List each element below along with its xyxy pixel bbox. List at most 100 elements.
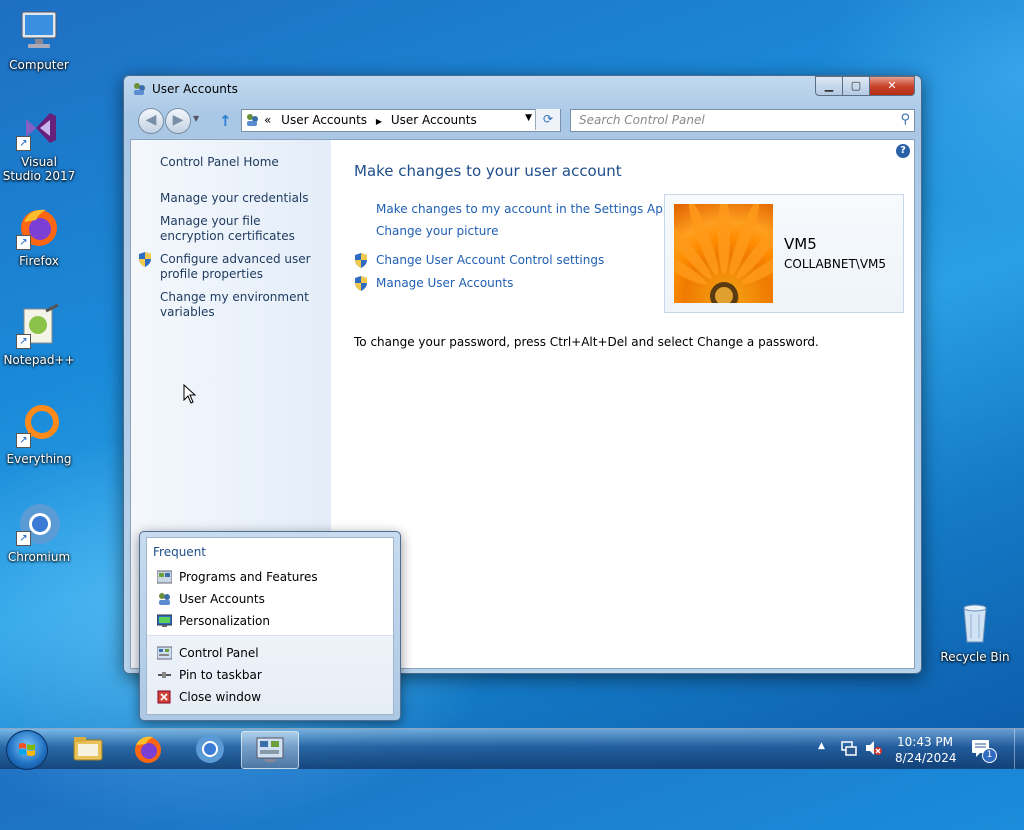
maximize-button[interactable]: ▢ <box>842 76 869 96</box>
taskbar-control-panel[interactable] <box>241 731 299 769</box>
page-title: Make changes to your user account <box>354 162 622 180</box>
close-button[interactable]: ✕ <box>869 76 915 96</box>
volume-muted-icon[interactable] <box>864 739 882 760</box>
notification-count-badge: 1 <box>982 748 997 763</box>
jump-list-tasks: Control Panel Pin to taskbar Close windo… <box>147 636 393 714</box>
refresh-button[interactable]: ⟳ <box>535 109 560 130</box>
personalization-icon <box>156 614 173 628</box>
search-icon[interactable]: ⚲ <box>900 112 910 127</box>
mouse-cursor <box>183 383 197 407</box>
desktop-icon-label: Recycle Bin <box>940 650 1010 664</box>
shortcut-arrow-icon: ↗ <box>16 433 31 448</box>
jump-item-pin-to-taskbar[interactable]: Pin to taskbar <box>179 668 262 682</box>
address-bar[interactable]: « User Accounts ▶ User Accounts ▼ <box>241 109 561 132</box>
jump-item-user-accounts[interactable]: User Accounts <box>179 592 265 606</box>
settings-app-link[interactable]: Make changes to my account in the Settin… <box>376 202 670 216</box>
taskbar-firefox[interactable] <box>120 731 176 767</box>
uac-shield-icon <box>138 252 152 267</box>
user-account-card: VM5 COLLABNET\VM5 <box>664 194 904 313</box>
desktop-icon-label: Computer <box>9 58 69 72</box>
shortcut-arrow-icon: ↗ <box>16 235 31 250</box>
network-icon[interactable] <box>840 739 858 760</box>
chromium-icon <box>196 735 224 763</box>
address-dropdown-icon[interactable]: ▼ <box>525 113 532 123</box>
notepad-plus-plus-icon: ↗ <box>16 303 62 349</box>
uac-shield-icon <box>354 276 368 291</box>
windows-logo-icon <box>19 743 35 756</box>
breadcrumb-user-accounts-parent[interactable]: User Accounts <box>281 113 367 127</box>
programs-features-icon <box>156 570 173 584</box>
window-app-icon <box>132 82 146 96</box>
jump-list-header: Frequent <box>153 545 206 559</box>
desktop-icon-chromium[interactable]: ↗ Chromium <box>1 500 77 564</box>
desktop-icon-label: Everything <box>6 452 72 466</box>
clock-date: 8/24/2024 <box>895 751 957 765</box>
window-title: User Accounts <box>152 82 238 96</box>
desktop-icon-computer[interactable]: Computer <box>1 8 77 72</box>
breadcrumb-separator-icon: ▶ <box>375 117 383 126</box>
desktop-icon-label: Visual Studio 2017 <box>2 155 76 183</box>
taskbar-file-explorer[interactable] <box>60 731 116 767</box>
control-panel-icon <box>156 646 173 660</box>
system-clock[interactable]: 10:43 PM 8/24/2024 <box>895 734 957 766</box>
recycle-bin-icon <box>952 600 998 646</box>
clock-time: 10:43 PM <box>897 735 953 749</box>
shortcut-arrow-icon: ↗ <box>16 136 31 151</box>
taskbar-chromium[interactable] <box>182 731 238 767</box>
computer-icon <box>16 8 62 54</box>
desktop-icon-visual-studio[interactable]: ↗ Visual Studio 2017 <box>1 105 77 183</box>
user-name: VM5 <box>784 235 817 253</box>
show-desktop-button[interactable] <box>1014 729 1024 769</box>
recent-pages-dropdown[interactable]: ▼ <box>193 114 199 123</box>
jump-list-panel: Frequent Programs and Features User Acco… <box>146 537 394 715</box>
control-panel-icon <box>256 737 284 762</box>
search-input[interactable]: Search Control Panel ⚲ <box>570 109 915 132</box>
firefox-icon <box>135 736 161 763</box>
folder-icon <box>73 737 103 761</box>
password-instruction: To change your password, press Ctrl+Alt+… <box>354 335 819 349</box>
back-button[interactable]: ◀ <box>138 108 164 134</box>
main-pane: ? Make changes to your user account Make… <box>331 140 914 668</box>
help-icon[interactable]: ? <box>896 144 910 158</box>
forward-button[interactable]: ▶ <box>165 108 191 134</box>
environment-variables-link[interactable]: Change my environment variables <box>160 290 320 320</box>
control-panel-home-link[interactable]: Control Panel Home <box>160 155 320 170</box>
uac-settings-link[interactable]: Change User Account Control settings <box>376 253 604 267</box>
desktop-icon-recycle-bin[interactable]: Recycle Bin <box>937 600 1013 664</box>
firefox-icon: ↗ <box>16 204 62 250</box>
uac-shield-icon <box>354 253 368 268</box>
manage-user-accounts-link[interactable]: Manage User Accounts <box>376 276 513 290</box>
manage-credentials-link[interactable]: Manage your credentials <box>160 191 320 206</box>
show-hidden-icons-button[interactable]: ▲ <box>818 741 825 751</box>
up-button[interactable]: ↑ <box>219 112 232 130</box>
user-picture[interactable] <box>674 204 773 303</box>
shortcut-arrow-icon: ↗ <box>16 334 31 349</box>
search-placeholder: Search Control Panel <box>579 113 705 127</box>
shortcut-arrow-icon: ↗ <box>16 531 31 546</box>
jump-item-programs-features[interactable]: Programs and Features <box>179 570 318 584</box>
jump-item-personalization[interactable]: Personalization <box>179 614 270 628</box>
minimize-button[interactable]: ▁ <box>815 76 842 96</box>
desktop-icon-notepadpp[interactable]: ↗ Notepad++ <box>1 303 77 367</box>
manage-encryption-certificates-link[interactable]: Manage your file encryption certificates <box>160 214 320 244</box>
desktop-icon-label: Firefox <box>19 254 59 268</box>
taskbar: ▲ 10:43 PM 8/24/2024 1 <box>0 728 1024 770</box>
desktop-icon-firefox[interactable]: ↗ Firefox <box>1 204 77 268</box>
action-center-button[interactable]: 1 <box>970 737 997 763</box>
change-picture-link[interactable]: Change your picture <box>376 224 498 238</box>
jump-item-control-panel[interactable]: Control Panel <box>179 646 259 660</box>
desktop-icon-label: Notepad++ <box>3 353 75 367</box>
breadcrumb: « User Accounts ▶ User Accounts <box>264 113 477 127</box>
close-window-icon <box>157 690 172 704</box>
user-domain: COLLABNET\VM5 <box>784 257 887 271</box>
desktop-icon-everything[interactable]: ↗ Everything <box>1 402 77 466</box>
address-bar-icon <box>245 113 259 130</box>
chromium-icon: ↗ <box>16 500 62 546</box>
advanced-user-profile-link[interactable]: Configure advanced user profile properti… <box>160 252 320 282</box>
start-button[interactable] <box>6 730 48 770</box>
window-controls: ▁ ▢ ✕ <box>815 76 915 96</box>
taskbar-jump-list: Frequent Programs and Features User Acco… <box>139 531 401 721</box>
breadcrumb-user-accounts[interactable]: User Accounts <box>391 113 477 127</box>
jump-item-close-window[interactable]: Close window <box>179 690 261 704</box>
breadcrumb-overflow[interactable]: « <box>264 113 271 127</box>
